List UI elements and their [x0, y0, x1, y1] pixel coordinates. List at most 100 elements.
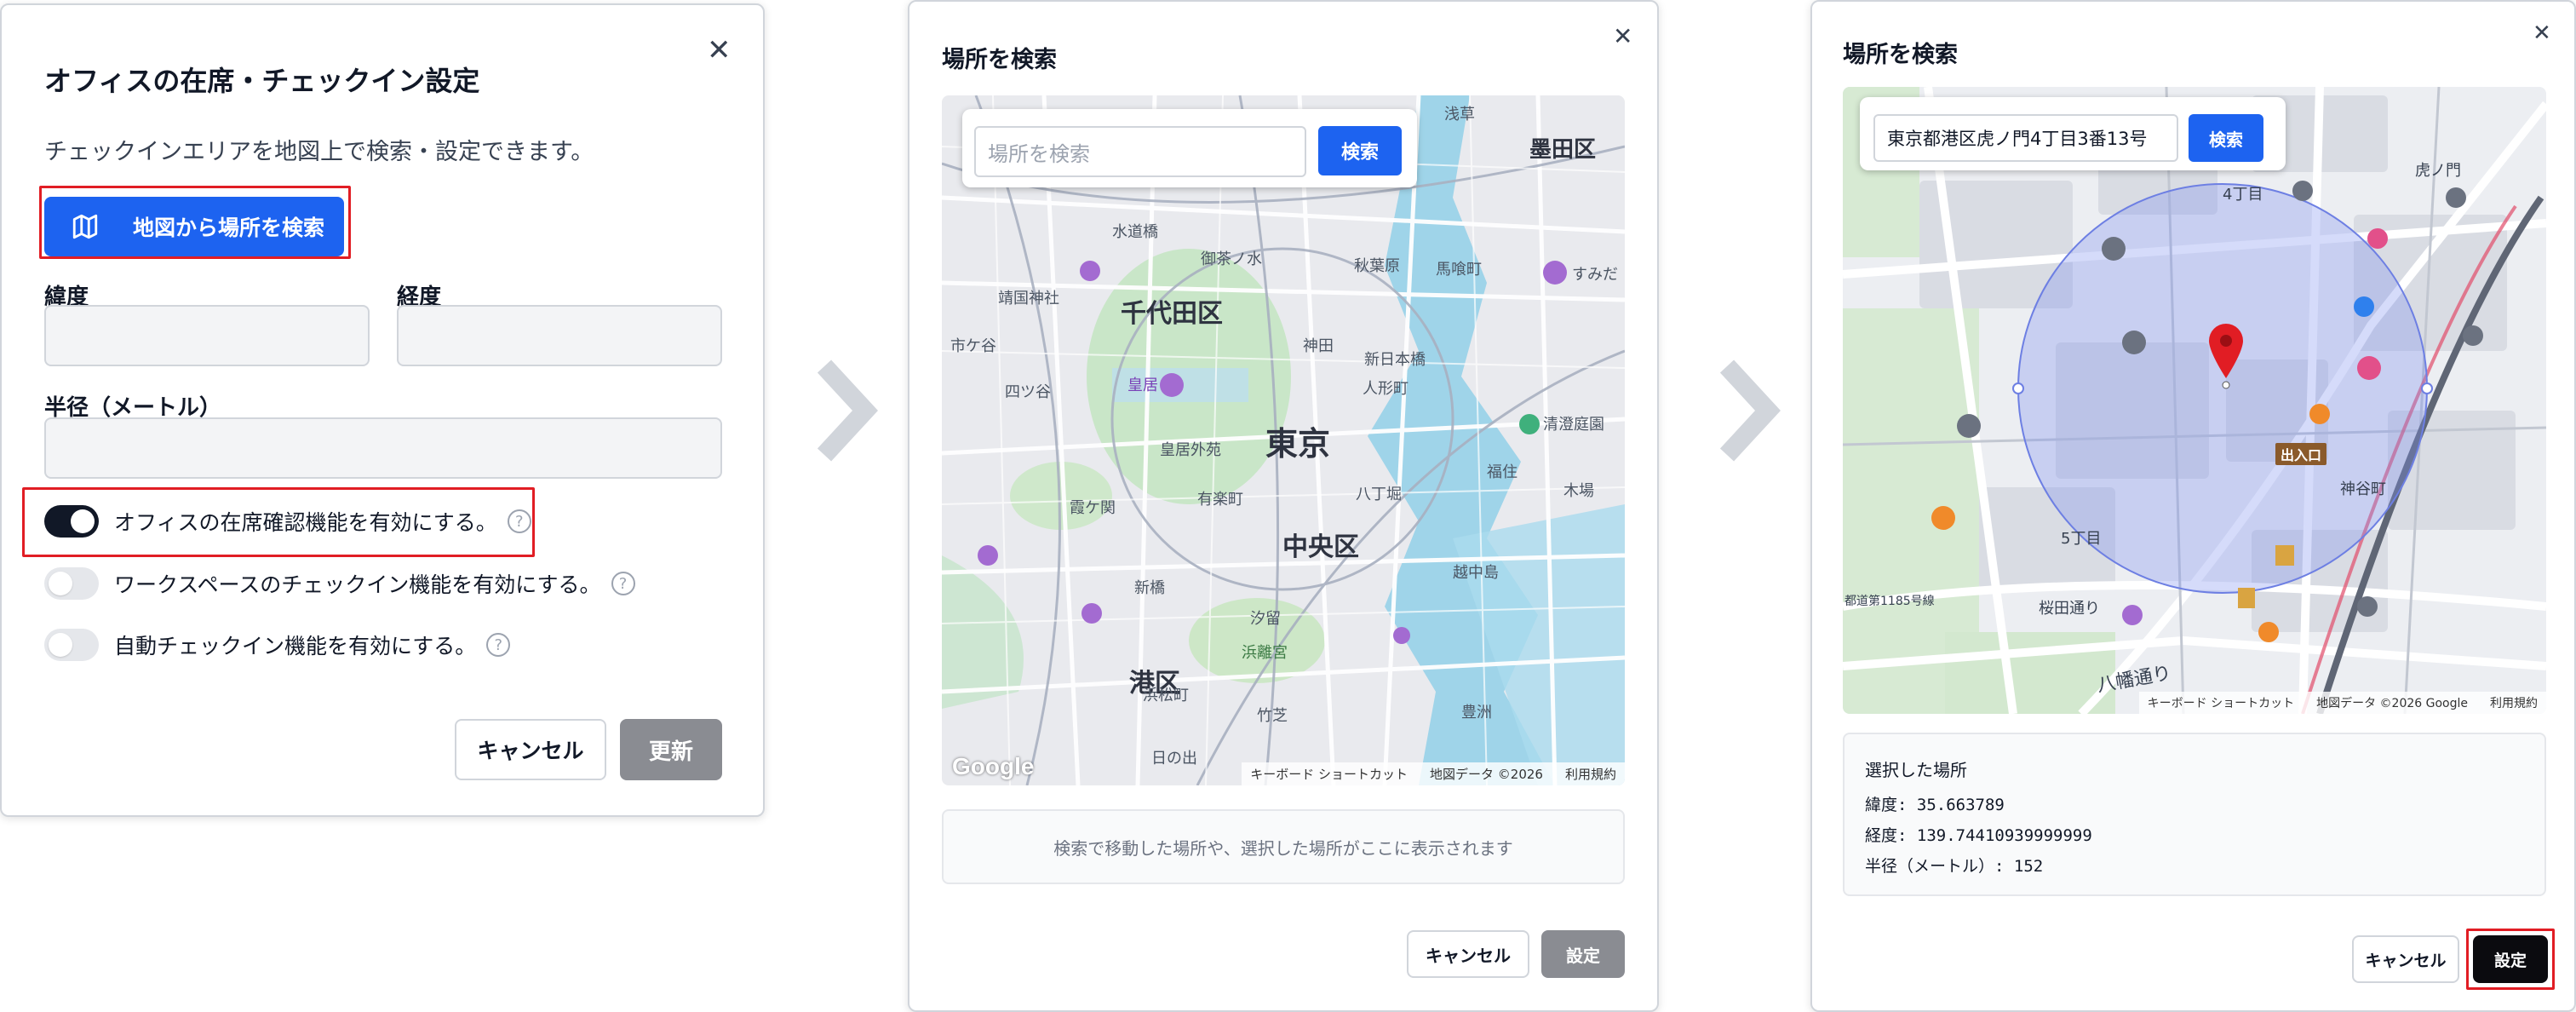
dialog-description: チェックインエリアを地図上で検索・設定できます。: [44, 139, 594, 165]
terms-link[interactable]: 利用規約: [2490, 694, 2538, 711]
svg-text:日の出: 日の出: [1151, 750, 1197, 768]
terms-link[interactable]: 利用規約: [1565, 765, 1616, 783]
toggle-row-auto: 自動チェックイン機能を有効にする。 ?: [44, 629, 511, 661]
auto-checkin-label: 自動チェックイン機能を有効にする。: [114, 634, 477, 658]
svg-text:市ケ谷: 市ケ谷: [950, 337, 996, 355]
svg-text:浜離宮: 浜離宮: [1242, 644, 1288, 662]
svg-text:すみだ: すみだ: [1572, 266, 1618, 284]
cancel-button[interactable]: キャンセル: [455, 719, 606, 780]
svg-text:5丁目: 5丁目: [2061, 530, 2101, 548]
svg-text:桜田通り: 桜田通り: [2039, 600, 2100, 618]
longitude-input[interactable]: [397, 305, 722, 366]
keyboard-shortcuts-link[interactable]: キーボード ショートカット: [2148, 694, 2294, 711]
search-map-button[interactable]: 地図から場所を検索: [44, 197, 344, 256]
google-logo: Google: [952, 753, 1035, 779]
search-map-button-label: 地図から場所を検索: [133, 216, 325, 240]
svg-text:八丁堀: 八丁堀: [1356, 486, 1402, 503]
help-circle-icon[interactable]: ?: [507, 509, 531, 533]
dialog-title: 場所を検索: [1843, 42, 1958, 68]
svg-text:都道第1185号線: 都道第1185号線: [1845, 594, 1935, 608]
office-settings-dialog: ✕ オフィスの在席・チェックイン設定 チェックインエリアを地図上で検索・設定でき…: [0, 3, 765, 817]
svg-text:神谷町: 神谷町: [2340, 480, 2386, 498]
close-icon[interactable]: ✕: [2533, 19, 2551, 48]
map-data-label: 地図データ ©2026: [1430, 767, 1543, 782]
location-search-button[interactable]: 検索: [2189, 114, 2263, 162]
svg-text:竹芝: 竹芝: [1257, 707, 1288, 725]
map-icon: [72, 214, 98, 239]
presence-toggle[interactable]: [44, 505, 99, 538]
chevron-right-icon: [817, 359, 878, 462]
search-location-dialog-empty: ✕ 場所を検索 墨田区 千代田区 東京 中央区 港区 皇居外苑 皇居 有楽町 神…: [908, 0, 1659, 1012]
selected-longitude: 経度: 139.74410939999999: [1865, 826, 2092, 845]
selected-location-placeholder: 検索で移動した場所や、選択した場所がここに表示されます: [1053, 837, 1513, 859]
svg-text:靖国神社: 靖国神社: [998, 290, 1059, 308]
svg-text:墨田区: 墨田区: [1529, 137, 1596, 163]
svg-text:有楽町: 有楽町: [1197, 491, 1243, 509]
set-button[interactable]: 設定: [1541, 930, 1625, 978]
svg-text:皇居: 皇居: [1127, 377, 1158, 394]
svg-text:新橋: 新橋: [1134, 579, 1165, 597]
svg-text:浜松町: 浜松町: [1143, 687, 1189, 704]
latitude-input[interactable]: [44, 305, 370, 366]
map-data-label: 地図データ ©2026 Google: [2316, 697, 2468, 710]
svg-text:御茶ノ水: 御茶ノ水: [1201, 250, 1262, 268]
chevron-right-icon: [1719, 359, 1781, 462]
svg-text:汐留: 汐留: [1250, 610, 1281, 628]
svg-text:皇居外苑: 皇居外苑: [1160, 441, 1221, 459]
selected-radius: 半径（メートル）: 152: [1865, 857, 2044, 876]
map-attribution: キーボード ショートカット 地図データ ©2026 Google 利用規約: [2138, 692, 2546, 714]
selected-location-box: 選択した場所 緯度: 35.663789 経度: 139.74410939999…: [1843, 733, 2546, 896]
svg-text:人形町: 人形町: [1363, 380, 1408, 398]
svg-text:四ツ谷: 四ツ谷: [1005, 383, 1051, 401]
svg-text:清澄庭園: 清澄庭園: [1543, 416, 1604, 434]
svg-text:秋葉原: 秋葉原: [1354, 257, 1400, 275]
keyboard-shortcuts-link[interactable]: キーボード ショートカット: [1250, 765, 1408, 783]
svg-text:木場: 木場: [1563, 482, 1594, 500]
workspace-checkin-label: ワークスペースのチェックイン機能を有効にする。: [114, 572, 601, 597]
search-location-dialog-selected: ✕ 場所を検索 出入口 神谷町 虎ノ門 5丁目 4丁目 桜田通り 八幡通り 都道…: [1810, 0, 2576, 1012]
map-view[interactable]: 墨田区 千代田区 東京 中央区 港区 皇居外苑 皇居 有楽町 神田 秋葉原 新日本橋 …: [942, 95, 1625, 785]
close-icon[interactable]: ✕: [1613, 22, 1632, 51]
svg-text:福住: 福住: [1487, 463, 1517, 481]
svg-text:浅草: 浅草: [1444, 106, 1475, 124]
presence-toggle-label: オフィスの在席確認機能を有効にする。: [114, 510, 497, 535]
location-search-input[interactable]: 東京都港区虎ノ門4丁目3番13号: [1873, 114, 2178, 162]
location-search-button[interactable]: 検索: [1318, 126, 1402, 175]
svg-text:水道橋: 水道橋: [1112, 223, 1158, 241]
dialog-title: オフィスの在席・チェックイン設定: [44, 65, 480, 97]
map-view[interactable]: 出入口 神谷町 虎ノ門 5丁目 4丁目 桜田通り 八幡通り 都道第1185号線 …: [1843, 87, 2546, 714]
map-canvas: 墨田区 千代田区 東京 中央区 港区 皇居外苑皇居 有楽町神田 秋葉原新日本橋 …: [942, 95, 1625, 785]
radius-input[interactable]: [44, 417, 722, 479]
selected-location-label: 選択した場所: [1865, 760, 1967, 780]
cancel-button[interactable]: キャンセル: [1407, 930, 1529, 978]
workspace-checkin-toggle[interactable]: [44, 567, 99, 600]
selected-latitude: 緯度: 35.663789: [1865, 796, 2005, 814]
svg-text:豊洲: 豊洲: [1461, 704, 1492, 722]
svg-text:出入口: 出入口: [2281, 447, 2321, 463]
auto-checkin-toggle[interactable]: [44, 629, 99, 661]
svg-text:東京: 東京: [1265, 425, 1330, 463]
help-circle-icon[interactable]: ?: [611, 572, 635, 595]
svg-text:4丁目: 4丁目: [2223, 186, 2263, 204]
selected-location-box: 検索で移動した場所や、選択した場所がここに表示されます: [942, 809, 1625, 884]
svg-text:千代田区: 千代田区: [1121, 299, 1223, 329]
svg-text:馬喰町: 馬喰町: [1436, 261, 1482, 279]
svg-text:霞ケ関: 霞ケ関: [1070, 499, 1116, 517]
svg-text:新日本橋: 新日本橋: [1364, 351, 1426, 369]
svg-text:越中島: 越中島: [1453, 564, 1499, 582]
map-search-card: 東京都港区虎ノ門4丁目3番13号 検索: [1860, 97, 2286, 170]
toggle-row-workspace: ワークスペースのチェックイン機能を有効にする。 ?: [44, 567, 635, 600]
location-search-input[interactable]: 場所を検索: [974, 126, 1306, 177]
map-canvas: 出入口 神谷町 虎ノ門 5丁目 4丁目 桜田通り 八幡通り 都道第1185号線: [1843, 87, 2546, 714]
close-icon[interactable]: ✕: [707, 36, 731, 65]
dialog-title: 場所を検索: [942, 47, 1057, 73]
help-circle-icon[interactable]: ?: [486, 633, 511, 657]
map-search-card: 場所を検索 検索: [962, 109, 1417, 187]
toggle-row-presence: オフィスの在席確認機能を有効にする。 ?: [44, 505, 531, 538]
map-attribution: キーボード ショートカット 地図データ ©2026 利用規約: [1242, 762, 1625, 785]
svg-text:神田: 神田: [1303, 337, 1334, 355]
set-button[interactable]: 設定: [2473, 935, 2548, 983]
update-button[interactable]: 更新: [620, 719, 722, 780]
svg-text:中央区: 中央区: [1282, 532, 1359, 562]
cancel-button[interactable]: キャンセル: [2352, 935, 2459, 983]
